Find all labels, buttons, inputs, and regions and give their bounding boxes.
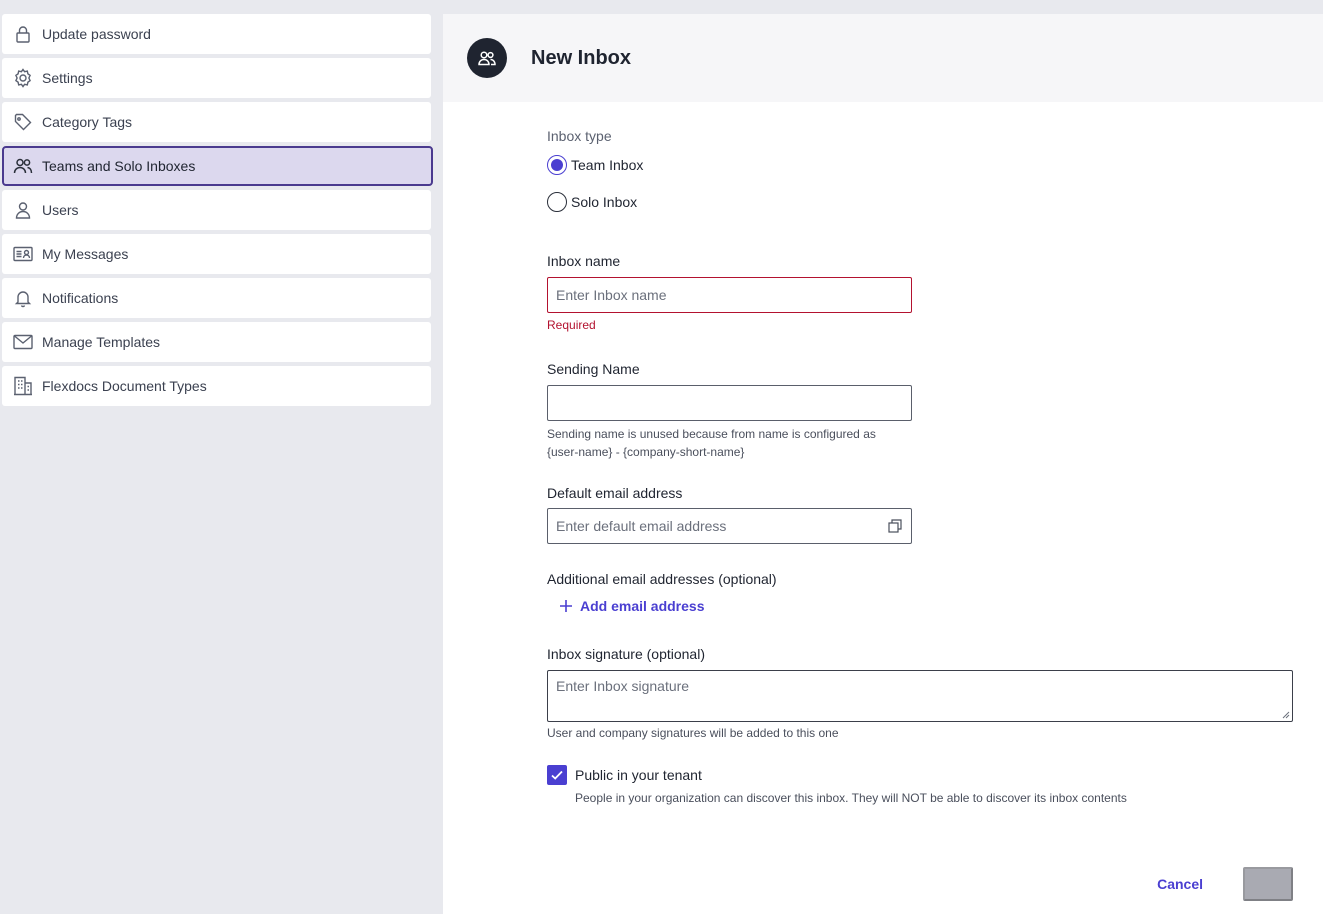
gear-icon bbox=[12, 67, 34, 89]
inbox-name-label: Inbox name bbox=[547, 253, 621, 269]
form-footer: Cancel bbox=[1157, 867, 1293, 901]
default-email-input[interactable]: Enter default email address bbox=[547, 508, 912, 544]
radio-label: Team Inbox bbox=[571, 157, 644, 173]
sidebar-item-label: Flexdocs Document Types bbox=[42, 378, 207, 394]
settings-sidebar: Update password Settings Category Tags T… bbox=[2, 14, 433, 410]
sending-name-input[interactable] bbox=[547, 385, 912, 421]
users-icon bbox=[12, 155, 34, 177]
envelope-icon bbox=[12, 331, 34, 353]
sidebar-item-settings[interactable]: Settings bbox=[2, 58, 431, 98]
sidebar-item-label: Users bbox=[42, 202, 79, 218]
radio-team-inbox[interactable]: Team Inbox bbox=[547, 154, 1293, 176]
sidebar-item-update-password[interactable]: Update password bbox=[2, 14, 431, 54]
sidebar-item-label: Settings bbox=[42, 70, 93, 86]
radio-solo-inbox[interactable]: Solo Inbox bbox=[547, 191, 1293, 213]
add-email-address-button[interactable]: Add email address bbox=[558, 597, 1293, 615]
sidebar-item-label: Teams and Solo Inboxes bbox=[42, 158, 196, 174]
signature-label: Inbox signature (optional) bbox=[547, 646, 705, 662]
checkmark-icon bbox=[551, 770, 563, 780]
sending-name-help: Sending name is unused because from name… bbox=[547, 425, 1293, 461]
sending-name-help-line: Sending name is unused because from name… bbox=[547, 427, 876, 441]
sidebar-item-label: Manage Templates bbox=[42, 334, 161, 350]
signature-help: User and company signatures will be adde… bbox=[547, 726, 839, 740]
default-email-placeholder: Enter default email address bbox=[556, 518, 727, 534]
users-icon bbox=[478, 51, 496, 66]
signature-textarea[interactable]: Enter Inbox signature bbox=[547, 670, 1293, 722]
sidebar-item-notifications[interactable]: Notifications bbox=[2, 278, 431, 318]
new-inbox-panel: New Inbox Inbox type Team Inbox Solo Inb… bbox=[443, 14, 1323, 914]
building-icon bbox=[12, 375, 34, 397]
user-icon bbox=[12, 199, 34, 221]
public-label: Public in your tenant bbox=[575, 767, 702, 783]
bell-icon bbox=[12, 287, 34, 309]
sidebar-item-label: Update password bbox=[42, 26, 151, 42]
sidebar-item-teams-and-solo-inboxes[interactable]: Teams and Solo Inboxes bbox=[2, 146, 433, 186]
sidebar-item-flexdocs-document-types[interactable]: Flexdocs Document Types bbox=[2, 366, 431, 406]
sending-name-help-line: {user-name} - {company-short-name} bbox=[547, 445, 745, 459]
sidebar-item-manage-templates[interactable]: Manage Templates bbox=[2, 322, 431, 362]
radio-solo-inbox-control[interactable] bbox=[547, 192, 567, 212]
page-title: New Inbox bbox=[531, 46, 632, 69]
create-button[interactable] bbox=[1243, 867, 1293, 901]
sidebar-item-label: My Messages bbox=[42, 246, 129, 262]
public-checkbox[interactable] bbox=[547, 765, 567, 785]
inbox-name-error: Required bbox=[547, 318, 596, 332]
default-email-label: Default email address bbox=[547, 485, 683, 501]
resize-grip-icon[interactable] bbox=[1282, 711, 1290, 719]
cancel-button[interactable]: Cancel bbox=[1157, 876, 1203, 892]
radio-label: Solo Inbox bbox=[571, 194, 638, 210]
sidebar-item-label: Category Tags bbox=[42, 114, 133, 130]
inbox-name-placeholder: Enter Inbox name bbox=[556, 287, 667, 303]
sidebar-item-label: Notifications bbox=[42, 290, 119, 306]
sidebar-item-users[interactable]: Users bbox=[2, 190, 431, 230]
sidebar-item-my-messages[interactable]: My Messages bbox=[2, 234, 431, 274]
id-card-icon bbox=[12, 243, 34, 265]
panel-header: New Inbox bbox=[443, 14, 1323, 102]
avatar bbox=[467, 38, 507, 78]
tag-icon bbox=[12, 111, 34, 133]
sending-name-label: Sending Name bbox=[547, 361, 640, 377]
inbox-type-label: Inbox type bbox=[547, 128, 612, 144]
inbox-name-input[interactable]: Enter Inbox name bbox=[547, 277, 912, 313]
public-help: People in your organization can discover… bbox=[575, 791, 1127, 805]
additional-emails-label: Additional email addresses (optional) bbox=[547, 571, 777, 587]
lock-icon bbox=[12, 23, 34, 45]
new-inbox-form: Inbox type Team Inbox Solo Inbox Inbox n… bbox=[547, 128, 1293, 807]
sidebar-item-category-tags[interactable]: Category Tags bbox=[2, 102, 431, 142]
copy-icon[interactable] bbox=[887, 518, 903, 534]
add-email-label: Add email address bbox=[580, 598, 705, 614]
radio-team-inbox-control[interactable] bbox=[547, 155, 567, 175]
plus-icon bbox=[558, 598, 574, 614]
signature-placeholder: Enter Inbox signature bbox=[556, 678, 690, 694]
public-checkbox-row[interactable]: Public in your tenant bbox=[547, 765, 1293, 785]
